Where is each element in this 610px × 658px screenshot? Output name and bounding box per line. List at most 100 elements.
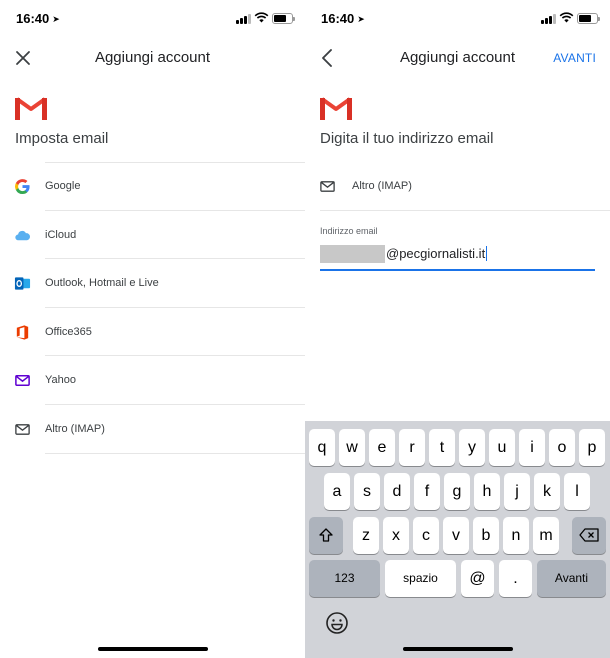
key-label: 123 [334, 571, 355, 585]
key-label: b [481, 527, 491, 544]
key-d[interactable]: d [384, 473, 410, 510]
provider-icloud[interactable]: iCloud [0, 211, 305, 260]
provider-label: iCloud [45, 228, 77, 241]
mail-icon [320, 181, 335, 192]
key-label: t [439, 439, 445, 456]
left-screen: 16:40 ➤ Aggiungi account Imposta email G… [0, 0, 305, 658]
key-label: y [468, 439, 476, 456]
emoji-icon[interactable] [325, 611, 349, 635]
keyboard: q w e r t y u i o p a s d f g h j k l z x c v b n m 123 spazio @. Ava… [305, 421, 610, 658]
key-c[interactable]: c [413, 517, 439, 554]
key-s[interactable]: s [354, 473, 380, 510]
key-w[interactable]: w [339, 429, 365, 466]
key-label: d [392, 483, 402, 500]
key-h[interactable]: h [474, 473, 500, 510]
space-key[interactable]: spazio [385, 560, 456, 597]
key-m[interactable]: m [533, 517, 559, 554]
key-n[interactable]: n [503, 517, 529, 554]
key-label: g [452, 483, 462, 500]
email-field-label: Indirizzo email [320, 226, 378, 236]
key-label: q [317, 439, 327, 456]
wifi-icon [254, 12, 269, 23]
key-label: z [362, 527, 370, 544]
header: Aggiungi account [0, 40, 305, 76]
provider-google[interactable]: Google [0, 162, 305, 211]
key-q[interactable]: q [309, 429, 335, 466]
provider-outlook[interactable]: Outlook, Hotmail e Live [0, 259, 305, 308]
key-y[interactable]: y [459, 429, 485, 466]
icloud-icon [15, 230, 31, 240]
provider-label: Altro (IMAP) [352, 180, 412, 192]
key-z[interactable]: z [353, 517, 379, 554]
key-label: a [332, 483, 342, 500]
at-key[interactable]: @ [461, 560, 494, 597]
home-indicator[interactable] [402, 647, 513, 651]
status-time: 16:40 ➤ [16, 11, 60, 26]
key-label: o [557, 439, 567, 456]
provider-label: Altro (IMAP) [45, 422, 105, 435]
key-label: x [392, 527, 400, 544]
gmail-logo-icon [15, 97, 47, 120]
key-g[interactable]: g [444, 473, 470, 510]
numbers-key[interactable]: 123 [309, 560, 380, 597]
mail-icon [15, 424, 30, 435]
key-label: Avanti [554, 571, 589, 585]
key-u[interactable]: u [489, 429, 515, 466]
key-f[interactable]: f [414, 473, 440, 510]
key-k[interactable]: k [534, 473, 560, 510]
redacted-username [320, 245, 385, 263]
key-i[interactable]: i [519, 429, 545, 466]
key-b[interactable]: b [473, 517, 499, 554]
status-bar: 16:40 ➤ [0, 0, 305, 36]
next-button[interactable]: AVANTI [553, 51, 596, 65]
key-a[interactable]: a [324, 473, 350, 510]
provider-label: Yahoo [45, 374, 76, 387]
backspace-icon [579, 528, 599, 542]
key-label: . [513, 570, 518, 587]
key-label: i [530, 439, 534, 456]
key-label: w [346, 439, 358, 456]
provider-office365[interactable]: Office365 [0, 308, 305, 357]
home-indicator[interactable] [97, 647, 208, 651]
key-t[interactable]: t [429, 429, 455, 466]
location-arrow-icon: ➤ [52, 14, 60, 24]
key-label: h [482, 483, 492, 500]
key-label: v [452, 527, 460, 544]
header: Aggiungi account AVANTI [305, 40, 610, 76]
key-label: n [511, 527, 521, 544]
key-v[interactable]: v [443, 517, 469, 554]
return-key[interactable]: Avanti [537, 560, 606, 597]
email-field[interactable]: @pecgiornalisti.it [320, 243, 595, 271]
key-label: k [543, 483, 551, 500]
dot-key[interactable]: . [499, 560, 532, 597]
key-r[interactable]: r [399, 429, 425, 466]
status-time: 16:40 ➤ [321, 11, 365, 26]
cellular-signal-icon [541, 13, 557, 24]
key-o[interactable]: o [549, 429, 575, 466]
key-label: j [515, 483, 519, 500]
key-p[interactable]: p [579, 429, 605, 466]
provider-label: Outlook, Hotmail e Live [45, 277, 159, 290]
cellular-signal-icon [236, 13, 252, 24]
provider-yahoo[interactable]: Yahoo [0, 356, 305, 405]
delete-key[interactable] [572, 517, 606, 554]
email-value: @pecgiornalisti.it [386, 246, 488, 261]
wifi-icon [559, 12, 574, 23]
selected-provider-row[interactable]: Altro (IMAP) [305, 162, 610, 211]
key-l[interactable]: l [564, 473, 590, 510]
right-screen: 16:40 ➤ Aggiungi account AVANTI Digita il… [305, 0, 610, 658]
email-field-underline [320, 269, 595, 271]
key-label: m [539, 527, 553, 544]
provider-label: Office365 [45, 325, 92, 338]
key-j[interactable]: j [504, 473, 530, 510]
key-label: f [424, 483, 430, 500]
battery-icon [577, 13, 600, 24]
key-e[interactable]: e [369, 429, 395, 466]
battery-icon [272, 13, 295, 24]
shift-key[interactable] [309, 517, 343, 554]
section-heading: Digita il tuo indirizzo email [320, 130, 494, 147]
key-x[interactable]: x [383, 517, 409, 554]
provider-imap[interactable]: Altro (IMAP) [0, 405, 305, 454]
key-label: r [409, 439, 415, 456]
key-label: e [377, 439, 387, 456]
